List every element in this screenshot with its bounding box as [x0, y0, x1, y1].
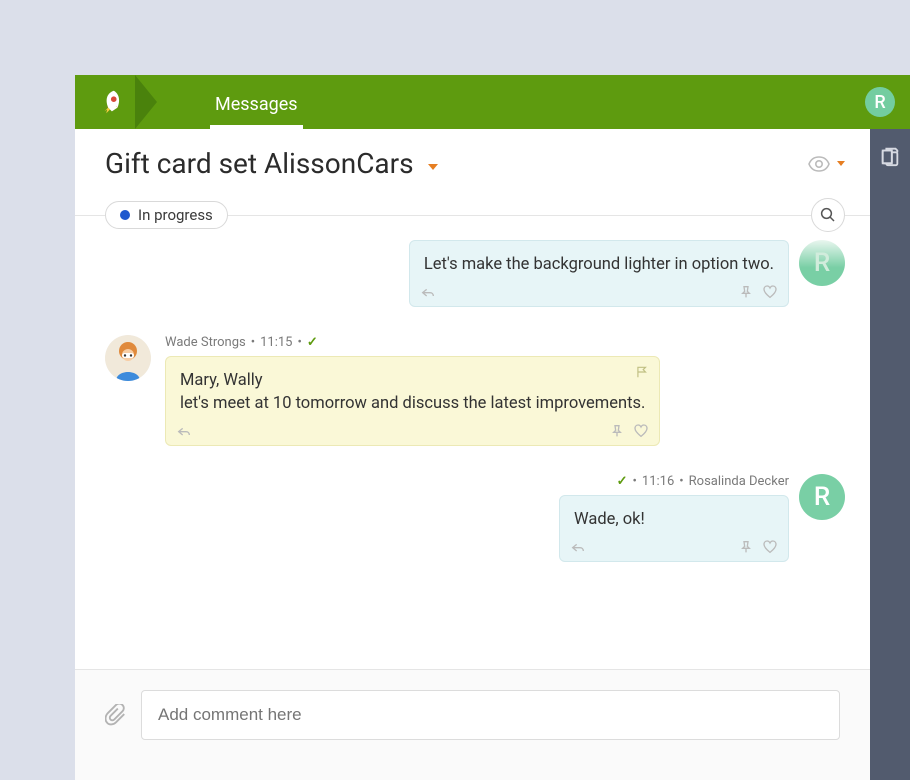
bubble-actions: [570, 539, 778, 555]
title-dropdown-caret[interactable]: [428, 164, 438, 170]
avatar-initial: R: [814, 248, 830, 278]
copy-button[interactable]: [879, 145, 901, 167]
message-time: 11:15: [260, 335, 292, 350]
search-icon: [819, 206, 837, 224]
copy-icon: [879, 145, 901, 167]
topbar-right: R: [865, 87, 895, 117]
avatar-initial: R: [814, 482, 830, 512]
message-time: 11:16: [642, 474, 674, 489]
check-icon: ✓: [307, 335, 318, 350]
reply-icon[interactable]: [420, 284, 436, 300]
message-bubble[interactable]: Wade, ok!: [559, 495, 789, 562]
logo-chevron: [135, 75, 157, 129]
message-text-line2: let's meet at 10 tomorrow and discuss th…: [180, 392, 645, 415]
meta-sep: •: [297, 335, 301, 350]
author-name: Rosalinda Decker: [689, 474, 789, 489]
page-title: Gift card set AlissonCars: [105, 147, 414, 180]
watchers-caret-icon: [837, 161, 845, 166]
app-logo[interactable]: [75, 75, 145, 129]
sender-avatar[interactable]: R: [799, 240, 845, 286]
sender-avatar[interactable]: R: [799, 474, 845, 520]
heart-icon[interactable]: [633, 423, 649, 439]
message-text: Let's make the background lighter in opt…: [424, 255, 774, 274]
user-avatar[interactable]: R: [865, 87, 895, 117]
meta-sep: •: [251, 335, 255, 350]
title-row: Gift card set AlissonCars: [75, 129, 870, 190]
message-row: ✓ • 11:16 • Rosalinda Decker Wade, ok!: [105, 474, 845, 562]
watchers-button[interactable]: [807, 152, 845, 176]
message-col: Let's make the background lighter in opt…: [409, 240, 789, 307]
rocket-icon: [95, 87, 125, 117]
bubble-actions: [176, 423, 649, 439]
eye-icon: [807, 152, 831, 176]
attach-button[interactable]: [105, 704, 127, 726]
message-meta: ✓ • 11:16 • Rosalinda Decker: [617, 474, 789, 489]
check-icon: ✓: [617, 474, 628, 489]
flag-icon[interactable]: [635, 365, 649, 379]
paperclip-icon: [105, 704, 127, 726]
side-rail: [870, 129, 910, 780]
message-text: Wade, ok!: [574, 510, 645, 529]
message-bubble[interactable]: Let's make the background lighter in opt…: [409, 240, 789, 307]
meta-sep: •: [679, 474, 683, 489]
comment-input[interactable]: [141, 690, 840, 740]
status-dot: [120, 210, 130, 220]
message-row: Let's make the background lighter in opt…: [105, 240, 845, 307]
avatar-initial: R: [874, 92, 885, 113]
author-name: Wade Strongs: [165, 335, 246, 350]
status-label: In progress: [138, 206, 213, 224]
thread-search-button[interactable]: [811, 198, 845, 232]
heart-icon[interactable]: [762, 284, 778, 300]
meta-sep: •: [633, 474, 637, 489]
status-row: In progress: [75, 190, 870, 240]
message-text-line1: Mary, Wally: [180, 369, 645, 392]
reply-icon[interactable]: [176, 423, 192, 439]
message-thread: Let's make the background lighter in opt…: [75, 240, 870, 669]
body-row: Gift card set AlissonCars In progress: [75, 129, 910, 780]
user-avatar-icon: [105, 335, 151, 381]
reply-icon[interactable]: [570, 539, 586, 555]
heart-icon[interactable]: [762, 539, 778, 555]
tab-label: Messages: [215, 94, 298, 115]
topbar: Messages R: [75, 75, 910, 129]
pin-icon[interactable]: [609, 423, 625, 439]
message-meta: Wade Strongs • 11:15 • ✓: [165, 335, 318, 350]
message-row: Wade Strongs • 11:15 • ✓: [105, 335, 845, 446]
app-window: Messages R Gift card set AlissonCars: [75, 75, 910, 780]
sender-avatar[interactable]: [105, 335, 151, 381]
tabs: Messages: [195, 75, 318, 129]
pin-icon[interactable]: [738, 539, 754, 555]
main-pane: Gift card set AlissonCars In progress: [75, 129, 870, 780]
composer-area: [75, 669, 870, 780]
tab-messages[interactable]: Messages: [195, 94, 318, 129]
bubble-actions: [420, 284, 778, 300]
pin-icon[interactable]: [738, 284, 754, 300]
status-pill[interactable]: In progress: [105, 201, 228, 229]
message-bubble[interactable]: Mary, Wally let's meet at 10 tomorrow an…: [165, 356, 660, 446]
